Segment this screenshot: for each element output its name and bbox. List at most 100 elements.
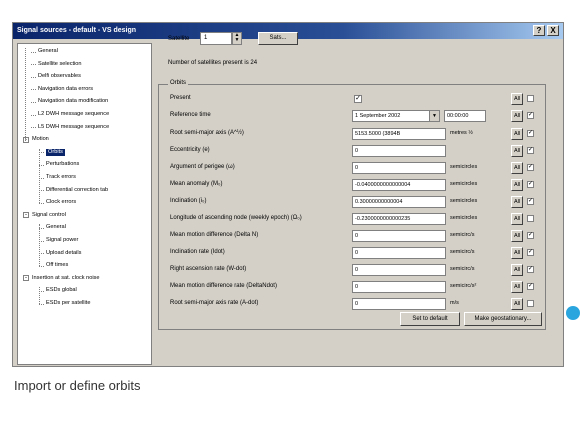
reference-time-apply-checkbox[interactable]: ✓: [527, 112, 534, 119]
tree-connector: [31, 76, 36, 78]
present-label: Present: [170, 95, 191, 101]
parameter-value-input[interactable]: 5153.5000 (3894B: [352, 128, 446, 140]
parameter-value-input[interactable]: 0.30000000000004: [352, 196, 446, 208]
tree-item[interactable]: Differential correction tab: [46, 187, 108, 194]
tree-connector: [31, 127, 36, 129]
parameter-all-button[interactable]: All: [511, 213, 523, 225]
collapse-icon[interactable]: -: [23, 275, 29, 282]
chevron-down-icon[interactable]: ▼: [429, 111, 439, 121]
satellite-spinner[interactable]: 1: [200, 32, 232, 45]
parameter-name: Mean motion difference (Delta N): [170, 232, 259, 238]
present-row: Present ✓ All: [170, 92, 546, 106]
parameter-all-button[interactable]: All: [511, 247, 523, 259]
parameter-apply-checkbox[interactable]: ✓: [527, 181, 534, 188]
orbit-parameter-row: Right ascension rate (W-dot) 0 semicirc/s A…: [170, 263, 546, 277]
tree-item[interactable]: Clock errors: [46, 199, 76, 206]
parameter-name: Eccentricity (e): [170, 147, 210, 153]
collapse-icon[interactable]: -: [23, 136, 29, 143]
parameter-unit: semicircles: [450, 164, 478, 170]
tree-item[interactable]: Signal power: [46, 237, 78, 244]
tree-item[interactable]: Orbits: [46, 148, 65, 156]
settings-tree[interactable]: General Satellite selection Delfi observab…: [17, 43, 152, 365]
parameter-name: Longitude of ascending node (weekly epoc…: [170, 215, 302, 221]
parameter-all-button[interactable]: All: [511, 230, 523, 242]
parameter-all-button[interactable]: All: [511, 179, 523, 191]
parameter-unit: semicirc/s: [450, 232, 475, 238]
close-button[interactable]: X: [547, 25, 559, 36]
sats-button[interactable]: Sats...: [258, 32, 298, 45]
tree-item[interactable]: Off times: [46, 262, 68, 269]
parameter-unit: semicirc/s: [450, 266, 475, 272]
tree-item[interactable]: Navigation data errors: [38, 86, 93, 93]
parameter-apply-checkbox[interactable]: ✓: [527, 198, 534, 205]
parameter-apply-checkbox[interactable]: ✓: [527, 164, 534, 171]
tree-item[interactable]: General: [38, 48, 58, 55]
parameter-value-input[interactable]: 0: [352, 145, 446, 157]
orbit-parameter-row: Inclination (i₀) 0.30000000000004 semicirc…: [170, 195, 546, 209]
set-to-default-button[interactable]: Set to default: [400, 312, 460, 326]
parameter-all-button[interactable]: All: [511, 298, 523, 310]
parameter-apply-checkbox[interactable]: ✓: [527, 266, 534, 273]
make-geostationary-button[interactable]: Make geostationary...: [464, 312, 542, 326]
tree-item[interactable]: L2 DWH message sequence: [38, 111, 109, 118]
tree-item[interactable]: Motion: [32, 136, 49, 143]
parameter-all-button[interactable]: All: [511, 196, 523, 208]
parameter-value-input[interactable]: 0: [352, 264, 446, 276]
tree-item[interactable]: ESDs global: [46, 287, 77, 294]
parameter-apply-checkbox[interactable]: ✓: [527, 147, 534, 154]
satellite-label: Satellite: [168, 36, 190, 42]
parameter-unit: m/s: [450, 300, 459, 306]
orbit-parameter-row: Argument of perigee (ω) 0 semicircles All ✓: [170, 161, 546, 175]
parameter-all-button[interactable]: All: [511, 281, 523, 293]
tree-connector: [25, 48, 26, 144]
parameter-value-input[interactable]: 0: [352, 247, 446, 259]
parameter-name: Inclination rate (Idot): [170, 249, 225, 255]
tree-connector: [31, 64, 36, 66]
parameter-all-button[interactable]: All: [511, 162, 523, 174]
reference-time-all-button[interactable]: All: [511, 110, 523, 122]
reference-time-input[interactable]: 00:00:00: [444, 110, 486, 122]
orbit-parameter-row: Longitude of ascending node (weekly epoc…: [170, 212, 546, 226]
present-checkbox[interactable]: ✓: [354, 95, 362, 103]
parameter-value-input[interactable]: -0.2300000000000235: [352, 213, 446, 225]
parameter-apply-checkbox[interactable]: [527, 300, 534, 307]
parameter-all-button[interactable]: All: [511, 128, 523, 140]
tree-item[interactable]: Perturbations: [46, 161, 79, 168]
satellite-spin-buttons[interactable]: ▲ ▼: [232, 32, 242, 45]
tree-item[interactable]: Navigation data modification: [38, 98, 108, 105]
tree-item[interactable]: Insertion at sat. clock noise: [32, 275, 99, 282]
parameter-apply-checkbox[interactable]: ✓: [527, 130, 534, 137]
parameter-value-input[interactable]: 0: [352, 162, 446, 174]
parameter-apply-checkbox[interactable]: ✓: [527, 283, 534, 290]
help-button[interactable]: ?: [533, 25, 545, 36]
tree-item[interactable]: Track errors: [46, 174, 76, 181]
parameter-value-input[interactable]: -0.0400000000000004: [352, 179, 446, 191]
tree-item[interactable]: Upload details: [46, 250, 81, 257]
collapse-icon[interactable]: -: [23, 212, 29, 219]
parameter-value-input[interactable]: 0: [352, 230, 446, 242]
parameter-apply-checkbox[interactable]: [527, 215, 534, 222]
parameter-unit: semicirc/s: [450, 249, 475, 255]
parameter-unit: semicircles: [450, 198, 478, 204]
orbits-group-title: Orbits: [168, 79, 189, 87]
tree-item[interactable]: General: [46, 224, 66, 231]
parameter-apply-checkbox[interactable]: ✓: [527, 249, 534, 256]
tree-connector: [39, 148, 40, 204]
present-apply-checkbox[interactable]: [527, 95, 534, 102]
tree-item[interactable]: Satellite selection: [38, 61, 82, 68]
satellite-count-text: Number of satellites present is 24: [168, 60, 258, 66]
present-all-button[interactable]: All: [511, 93, 523, 105]
parameter-value-input[interactable]: 0: [352, 281, 446, 293]
parameter-all-button[interactable]: All: [511, 145, 523, 157]
parameter-value-input[interactable]: 0: [352, 298, 446, 310]
reference-date-select[interactable]: 1 September 2002 ▼: [352, 110, 440, 122]
tree-item[interactable]: Delfi observables: [38, 73, 81, 80]
tree-item[interactable]: ESDs per satellite: [46, 300, 90, 307]
parameter-all-button[interactable]: All: [511, 264, 523, 276]
parameter-name: Right ascension rate (W-dot): [170, 266, 247, 272]
parameter-unit: semicircles: [450, 181, 478, 187]
accent-dot: [566, 306, 580, 320]
parameter-apply-checkbox[interactable]: ✓: [527, 232, 534, 239]
tree-item[interactable]: Signal control: [32, 212, 66, 219]
tree-item[interactable]: L5 DWH message sequence: [38, 124, 109, 131]
